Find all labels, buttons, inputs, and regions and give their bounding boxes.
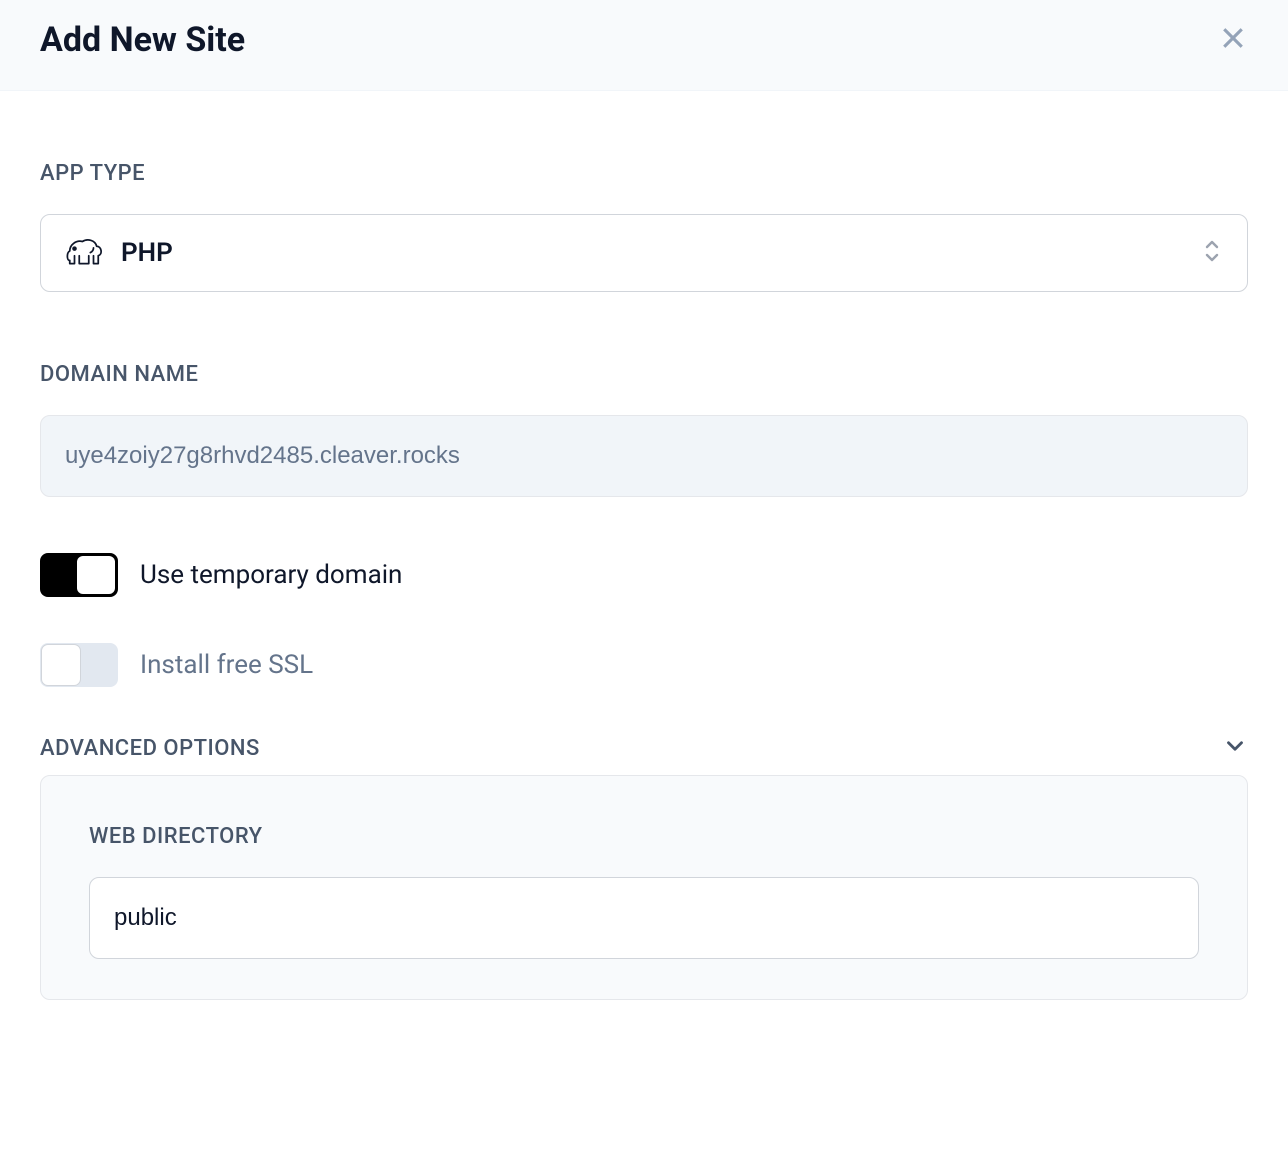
chevron-down-icon (1222, 733, 1248, 763)
modal-title: Add New Site (40, 20, 245, 60)
selector-icon (1201, 237, 1223, 269)
modal-header: Add New Site (0, 0, 1288, 91)
temp-domain-label: Use temporary domain (140, 560, 402, 590)
app-type-label: APP TYPE (40, 161, 1248, 186)
toggle-knob (77, 556, 115, 594)
web-directory-label: WEB DIRECTORY (89, 824, 1199, 849)
modal-content: APP TYPE PHP DOMAIN NAME (0, 91, 1288, 1000)
temp-domain-toggle[interactable] (40, 553, 118, 597)
advanced-options-toggle[interactable]: ADVANCED OPTIONS (40, 733, 1248, 763)
php-icon (65, 235, 103, 271)
toggle-knob (41, 644, 81, 686)
close-button[interactable] (1218, 23, 1248, 57)
ssl-toggle[interactable] (40, 643, 118, 687)
web-directory-input[interactable] (89, 877, 1199, 959)
ssl-label: Install free SSL (140, 650, 313, 680)
domain-name-input[interactable] (40, 415, 1248, 497)
advanced-options-label: ADVANCED OPTIONS (40, 736, 260, 761)
temp-domain-row: Use temporary domain (40, 553, 1248, 597)
app-type-select[interactable]: PHP (40, 214, 1248, 292)
domain-name-label: DOMAIN NAME (40, 362, 1248, 387)
advanced-options-panel: WEB DIRECTORY (40, 775, 1248, 1000)
app-type-value: PHP (121, 238, 173, 268)
ssl-row: Install free SSL (40, 643, 1248, 687)
app-type-selected: PHP (65, 235, 173, 271)
close-icon (1218, 23, 1248, 57)
